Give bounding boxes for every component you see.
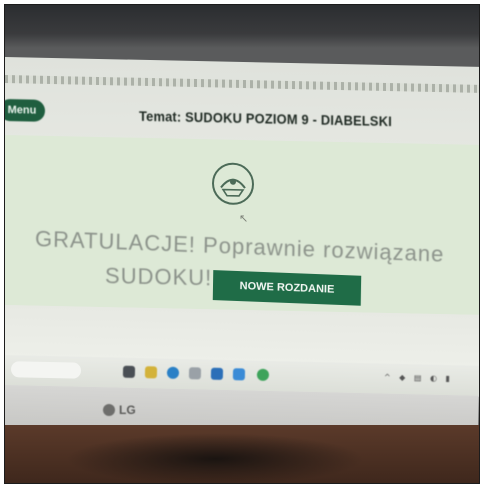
new-game-button[interactable]: NOWE ROZDANIE [212, 270, 362, 306]
mail-icon[interactable] [188, 367, 202, 380]
brand-label: LG [119, 403, 136, 417]
back-button[interactable]: Menu [5, 98, 45, 122]
photo-frame: Menu Temat: SUDOKU POZIOM 9 - DIABELSKI … [4, 4, 480, 484]
chrome-icon[interactable] [256, 368, 270, 381]
settings-icon[interactable] [232, 368, 246, 381]
file-explorer-icon[interactable] [144, 366, 158, 379]
sudoku-logo-icon [212, 162, 254, 205]
browser-top-strip [5, 75, 479, 93]
monitor-stand-shadow [65, 433, 365, 483]
lg-logo-icon [103, 404, 115, 416]
success-message-line2: SUDOKU! [105, 263, 213, 291]
edge-icon[interactable] [166, 366, 180, 379]
windows-icon[interactable] [122, 365, 136, 378]
monitor-brand: LG [103, 403, 136, 417]
monitor-screen: Menu Temat: SUDOKU POZIOM 9 - DIABELSKI … [5, 57, 479, 397]
system-tray[interactable]: ^ ◆ ▤ ◐ ▮ [384, 373, 453, 384]
taskbar-search-box[interactable] [10, 361, 82, 379]
page-title: Temat: SUDOKU POZIOM 9 - DIABELSKI [139, 107, 392, 130]
mouse-cursor-icon: ↖ [239, 211, 249, 226]
store-icon[interactable] [210, 367, 224, 380]
